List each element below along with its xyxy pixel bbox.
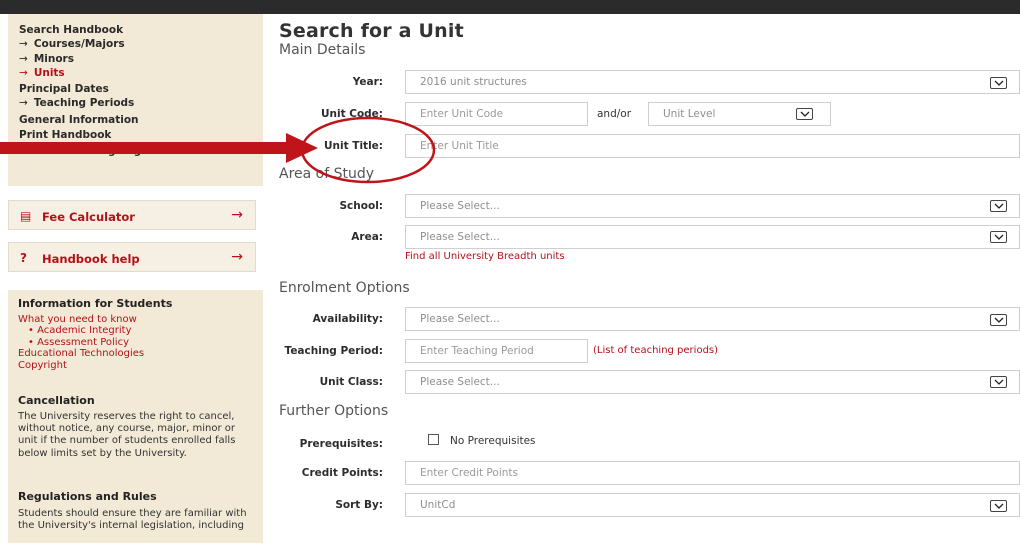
teaching-period-label: Teaching Period: — [284, 345, 383, 357]
nav-units[interactable]: → Units — [19, 67, 65, 79]
breadth-units-link[interactable]: Find all University Breadth units — [405, 251, 565, 262]
arrow-right-icon: → — [231, 249, 243, 265]
section-further-options: Further Options — [279, 403, 389, 419]
main-content: Search for a Unit Main Details Year: 201… — [263, 14, 1020, 543]
unit-class-select[interactable]: Please Select... — [405, 370, 1020, 394]
nav-teaching-periods[interactable]: → Teaching Periods — [19, 97, 134, 109]
sort-by-select[interactable]: UnitCd — [405, 493, 1020, 517]
calculator-icon: ▤ — [20, 209, 32, 223]
regulations-heading: Regulations and Rules — [18, 490, 157, 503]
unit-title-label: Unit Title: — [324, 140, 383, 152]
sidebar-nav: Search Handbook → Courses/Majors → Minors … — [8, 14, 263, 186]
unit-code-input[interactable]: Enter Unit Code — [405, 102, 588, 126]
fee-calculator-button[interactable]: ▤ Fee Calculator → — [8, 200, 256, 230]
arrow-right-icon: → — [19, 97, 28, 109]
chevron-down-icon[interactable] — [990, 200, 1007, 212]
section-main-details: Main Details — [279, 42, 366, 58]
arrow-right-icon: → — [19, 67, 28, 79]
unit-title-input[interactable]: Enter Unit Title — [405, 134, 1020, 158]
nav-print-handbook[interactable]: Print Handbook — [19, 129, 111, 141]
no-prerequisites-checkbox[interactable] — [428, 434, 439, 445]
link-academic-integrity[interactable]: • Academic Integrity — [28, 325, 132, 336]
availability-select[interactable]: Please Select... — [405, 307, 1020, 331]
credit-points-input[interactable]: Enter Credit Points — [405, 461, 1020, 485]
credit-points-label: Credit Points: — [301, 467, 383, 479]
info-panel: Information for Students What you need t… — [8, 290, 263, 543]
section-enrolment-options: Enrolment Options — [279, 280, 410, 296]
chevron-down-icon[interactable] — [990, 77, 1007, 89]
area-select[interactable]: Please Select... — [405, 225, 1020, 249]
handbook-help-button[interactable]: ? Handbook help → — [8, 242, 256, 272]
teaching-periods-list-link[interactable]: (List of teaching periods) — [593, 345, 718, 356]
chevron-down-icon[interactable] — [990, 231, 1007, 243]
sort-by-label: Sort By: — [335, 499, 383, 511]
arrow-right-icon: → — [19, 53, 28, 65]
teaching-period-input[interactable]: Enter Teaching Period — [405, 339, 588, 363]
area-label: Area: — [351, 231, 383, 243]
nav-minors[interactable]: → Minors — [19, 53, 74, 65]
chevron-down-icon[interactable] — [796, 108, 813, 120]
question-icon: ? — [20, 251, 27, 265]
unit-class-label: Unit Class: — [319, 376, 383, 388]
info-heading: Information for Students — [18, 297, 173, 310]
nav-search-handbook[interactable]: Search Handbook — [19, 24, 123, 36]
and-or-text: and/or — [597, 108, 632, 120]
chevron-down-icon[interactable] — [990, 500, 1007, 512]
link-copyright[interactable]: Copyright — [18, 360, 67, 371]
cancellation-heading: Cancellation — [18, 394, 95, 407]
availability-label: Availability: — [312, 313, 383, 325]
arrow-right-icon: → — [19, 38, 28, 50]
link-assessment-policy[interactable]: • Assessment Policy — [28, 337, 129, 348]
page-title: Search for a Unit — [279, 20, 464, 42]
arrow-right-icon: → — [231, 207, 243, 223]
nav-general-information[interactable]: General Information — [19, 114, 139, 126]
year-select[interactable]: 2016 unit structures — [405, 70, 1020, 94]
chevron-down-icon[interactable] — [990, 314, 1007, 326]
nav-courses-majors[interactable]: → Courses/Majors — [19, 38, 125, 50]
chevron-down-icon[interactable] — [990, 376, 1007, 388]
year-label: Year: — [352, 76, 383, 88]
sidebar: Search Handbook → Courses/Majors → Minors … — [8, 14, 263, 543]
nav-principal-dates[interactable]: Principal Dates — [19, 83, 109, 95]
unit-code-label: Unit Code: — [320, 108, 383, 120]
school-label: School: — [339, 200, 384, 212]
link-need-to-know[interactable]: What you need to know — [18, 314, 137, 325]
school-select[interactable]: Please Select... — [405, 194, 1020, 218]
cancellation-text: The University reserves the right to can… — [18, 411, 236, 459]
top-edge — [0, 0, 1020, 14]
regulations-text: Students should ensure they are familiar… — [18, 508, 247, 532]
no-prerequisites-label: No Prerequisites — [450, 435, 536, 447]
link-educational-technologies[interactable]: Educational Technologies — [18, 348, 144, 359]
section-area-of-study: Area of Study — [279, 166, 375, 182]
nav-course-planning[interactable]: Course Planning Page — [19, 145, 148, 157]
prerequisites-label: Prerequisites: — [299, 438, 383, 450]
